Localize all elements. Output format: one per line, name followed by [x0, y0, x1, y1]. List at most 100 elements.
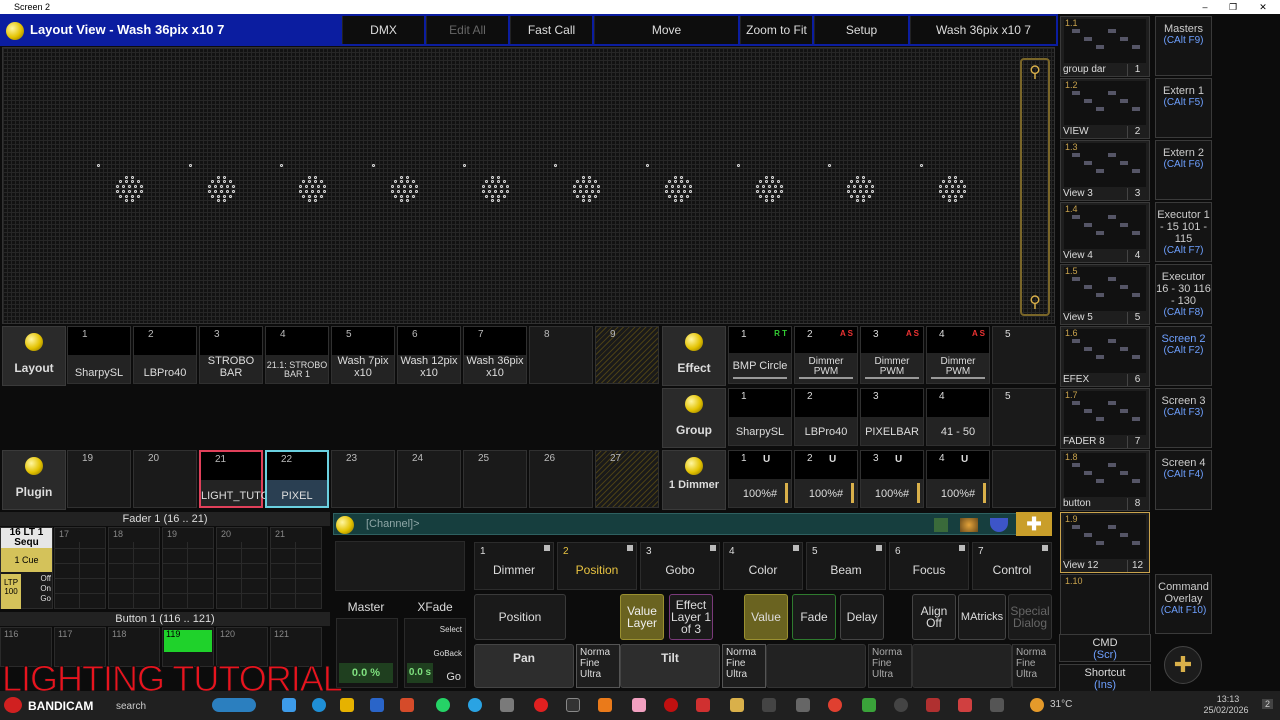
executor-fader[interactable]: 21 — [270, 527, 322, 609]
screen-side-button[interactable]: Screen 3 (CAlt F3) — [1155, 388, 1212, 448]
feature-tab[interactable]: 6 Focus — [889, 542, 969, 590]
view-button[interactable]: 1.1 group dar 1 — [1060, 16, 1150, 77]
shortcut-button[interactable]: Shortcut (Ins) — [1059, 664, 1151, 692]
layout-pool-cell[interactable]: 9 — [595, 326, 659, 384]
layout-pool-cell[interactable]: 7 Wash 36pix x10 — [463, 326, 527, 384]
group-pool-cell[interactable]: 3 PIXELBAR — [860, 388, 924, 446]
app-icon-12[interactable] — [796, 698, 810, 712]
screen-side-button[interactable]: Extern 2 (CAlt F6) — [1155, 140, 1212, 200]
setup-button[interactable]: Setup — [814, 16, 908, 44]
delay-button[interactable]: Delay — [840, 594, 884, 640]
effect-pool-cell[interactable]: 2 A S Dimmer PWM — [794, 326, 858, 384]
app-icon-7[interactable] — [632, 698, 646, 712]
dmx-button[interactable]: DMX — [342, 16, 424, 44]
xfade-fader[interactable]: Select GoBack Go 0.0 s — [404, 618, 466, 688]
color-picker-icon[interactable] — [960, 518, 978, 532]
layout-canvas[interactable] — [2, 47, 1055, 324]
network-icon[interactable] — [934, 518, 948, 532]
office-icon[interactable] — [400, 698, 414, 712]
app-icon-17[interactable] — [990, 698, 1004, 712]
dimmer-preset-cell[interactable]: 4 U 100%# — [926, 450, 990, 508]
master-fader[interactable]: 0.0 % — [336, 618, 398, 688]
layout-pool-button[interactable]: Layout — [2, 326, 66, 386]
zoom-to-fit-button[interactable]: Zoom to Fit — [740, 16, 812, 44]
fixture-icon[interactable] — [463, 164, 517, 216]
align-button[interactable]: Align Off — [912, 594, 956, 640]
plugin-pool-cell[interactable]: 21 LIGHT_TUTOR — [199, 450, 277, 508]
plugin-pool-cell[interactable]: 24 — [397, 450, 461, 508]
encoder-3[interactable] — [766, 644, 866, 688]
group-pool-cell[interactable]: 5 — [992, 388, 1056, 446]
view-button[interactable]: 1.10 — [1060, 574, 1150, 635]
executor-fader[interactable]: 20 — [216, 527, 268, 609]
encoder-tilt[interactable]: Tilt — [620, 644, 720, 688]
fixture-icon[interactable] — [646, 164, 700, 216]
effect-pool-button[interactable]: Effect — [662, 326, 726, 386]
layout-pool-cell[interactable]: 6 Wash 12pix x10 — [397, 326, 461, 384]
effect-pool-cell[interactable]: 5 — [992, 326, 1056, 384]
effect-layer-button[interactable]: Effect Layer 1 of 3 — [669, 594, 713, 640]
app-icon-6[interactable] — [598, 698, 612, 712]
app-icon-5[interactable] — [566, 698, 580, 712]
matricks-button[interactable]: MAtricks — [958, 594, 1006, 640]
edit-all-button[interactable]: Edit All — [426, 16, 508, 44]
add-view-icon[interactable]: ✚ — [1164, 646, 1202, 684]
plugin-pool-cell[interactable]: 22 PIXEL — [265, 450, 329, 508]
feature-tab[interactable]: 2 Position — [557, 542, 637, 590]
encoder-3-resolution[interactable]: Norma Fine Ultra — [868, 644, 912, 688]
layout-pool-cell[interactable]: 1 SharpySL — [67, 326, 131, 384]
executor-fader[interactable]: 17 — [54, 527, 106, 609]
layout-pool-cell[interactable]: 3 STROBO BAR — [199, 326, 263, 384]
sequ-fader[interactable]: 16 LT 1 Sequ 1 Cue LTP 100 Off On Go — [0, 527, 53, 609]
plugin-pool-cell[interactable]: 23 — [331, 450, 395, 508]
fixture-icon[interactable] — [372, 164, 426, 216]
group-pool-cell[interactable]: 1 SharpySL — [728, 388, 792, 446]
layout-pool-cell[interactable]: 2 LBPro40 — [133, 326, 197, 384]
app-icon-9[interactable] — [696, 698, 710, 712]
plugin-pool-cell[interactable]: 27 — [595, 450, 659, 508]
view-button[interactable]: 1.5 View 5 5 — [1060, 264, 1150, 325]
plugin-pool-cell[interactable]: 26 — [529, 450, 593, 508]
screen-side-button[interactable] — [1155, 512, 1212, 572]
plugin-pool-cell[interactable]: 20 — [133, 450, 197, 508]
fixture-icon[interactable] — [828, 164, 882, 216]
app-icon-10[interactable] — [730, 698, 744, 712]
encoder-pan[interactable]: Pan — [474, 644, 574, 688]
fixture-icon[interactable] — [737, 164, 791, 216]
view-button[interactable]: 1.8 button 8 — [1060, 450, 1150, 511]
encoder-4[interactable] — [912, 644, 1012, 688]
add-icon[interactable]: ✚ — [1016, 512, 1052, 536]
restore-button[interactable]: ❐ — [1218, 0, 1248, 14]
fixture-icon[interactable] — [554, 164, 608, 216]
dimmer-pool-button[interactable]: 1 Dimmer — [662, 450, 726, 510]
chrome-icon[interactable] — [828, 698, 842, 712]
edge-icon[interactable] — [312, 698, 326, 712]
plugin-pool-button[interactable]: Plugin — [2, 450, 66, 510]
plugin-pool-cell[interactable]: 19 — [67, 450, 131, 508]
dimmer-preset-cell[interactable]: 1 U 100%# — [728, 450, 792, 508]
layout-select-button[interactable]: Wash 36pix x10 7 — [910, 16, 1056, 44]
mail-icon[interactable] — [370, 698, 384, 712]
encoder-4-resolution[interactable]: Norma Fine Ultra — [1012, 644, 1056, 688]
screen-side-button[interactable]: Extern 1 (CAlt F5) — [1155, 78, 1212, 138]
screen-side-button[interactable]: Screen 2 (CAlt F2) — [1155, 326, 1212, 386]
zoom-in-icon[interactable]: ⚲ — [1022, 60, 1048, 86]
group-pool-cell[interactable]: 2 LBPro40 — [794, 388, 858, 446]
app-icon-3[interactable] — [500, 698, 514, 712]
notification-badge[interactable]: 2 — [1262, 699, 1274, 709]
dimmer-preset-cell-empty[interactable] — [992, 450, 1056, 508]
move-button[interactable]: Move — [594, 16, 738, 44]
effect-pool-cell[interactable]: 1 R T BMP Circle — [728, 326, 792, 384]
effect-pool-cell[interactable]: 3 A S Dimmer PWM — [860, 326, 924, 384]
group-pool-button[interactable]: Group — [662, 388, 726, 448]
fixture-icon[interactable] — [97, 164, 151, 216]
view-button[interactable]: 1.3 View 3 3 — [1060, 140, 1150, 201]
encoder-pan-resolution[interactable]: Norma Fine Ultra — [576, 644, 620, 688]
app-icon-13[interactable] — [862, 698, 876, 712]
value-layer-button[interactable]: Value Layer — [620, 594, 664, 640]
feature-tab[interactable]: 1 Dimmer — [474, 542, 554, 590]
feature-tab[interactable]: 4 Color — [723, 542, 803, 590]
executor-fader[interactable]: 18 — [108, 527, 160, 609]
executor-fader[interactable]: 19 — [162, 527, 214, 609]
view-button[interactable]: 1.2 VIEW 2 — [1060, 78, 1150, 139]
